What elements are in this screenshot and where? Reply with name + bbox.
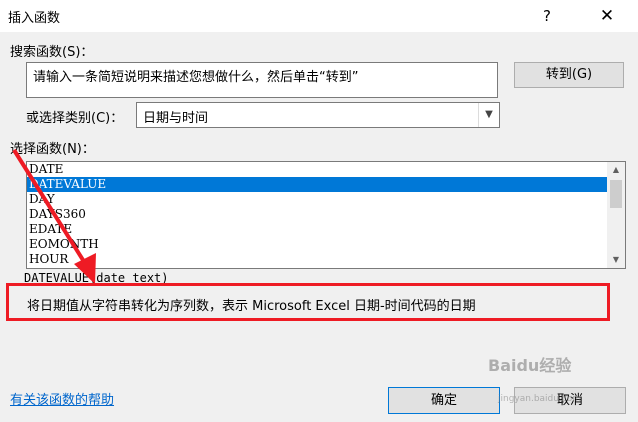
watermark-url: jingyan.baidu.com [498,394,582,404]
function-list-label: 选择函数(N)： [10,142,95,157]
category-selected-value: 日期与时间 [143,111,209,126]
ok-button[interactable]: 确定 [388,387,500,414]
function-description: 将日期值从字符串转化为序列数，表示 Microsoft Excel 日期-时间代… [27,299,476,314]
watermark-logo: Baidu经验 [488,356,572,375]
scroll-down-icon[interactable]: ▼ [607,252,625,268]
category-label: 或选择类别(C)： [26,111,124,126]
chevron-down-icon[interactable]: ▼ [478,103,499,127]
function-list-item[interactable]: DATE [27,162,607,177]
function-list-item[interactable]: EOMONTH [27,237,607,252]
description-highlight-box: 将日期值从字符串转化为序列数，表示 Microsoft Excel 日期-时间代… [6,283,610,321]
search-label: 搜索函数(S)： [10,45,94,60]
function-list-item[interactable]: HOUR [27,252,607,267]
scroll-thumb[interactable] [610,180,622,208]
function-list[interactable]: DATE DATEVALUE DAY DAYS360 EDATE EOMONTH HOUR … [26,161,626,269]
close-icon[interactable]: ✕ [592,4,622,28]
list-scrollbar[interactable]: ▲ ▼ [607,162,625,268]
window-title: 插入函数 [8,11,61,26]
go-button[interactable]: 转到(G) [514,62,624,88]
scroll-up-icon[interactable]: ▲ [607,162,625,178]
function-help-link[interactable]: 有关该函数的帮助 [10,389,114,408]
help-icon[interactable]: ? [532,4,562,28]
function-list-item[interactable]: EDATE [27,222,607,237]
search-input[interactable]: 请输入一条简短说明来描述您想做什么，然后单击“转到” [26,62,498,98]
function-list-item[interactable]: DATEVALUE [27,177,607,192]
function-list-item[interactable]: DAYS360 [27,207,607,222]
function-list-item[interactable]: DAY [27,192,607,207]
category-select[interactable]: 日期与时间 ▼ [136,102,500,128]
title-bar: 插入函数 ? ✕ [0,0,638,32]
